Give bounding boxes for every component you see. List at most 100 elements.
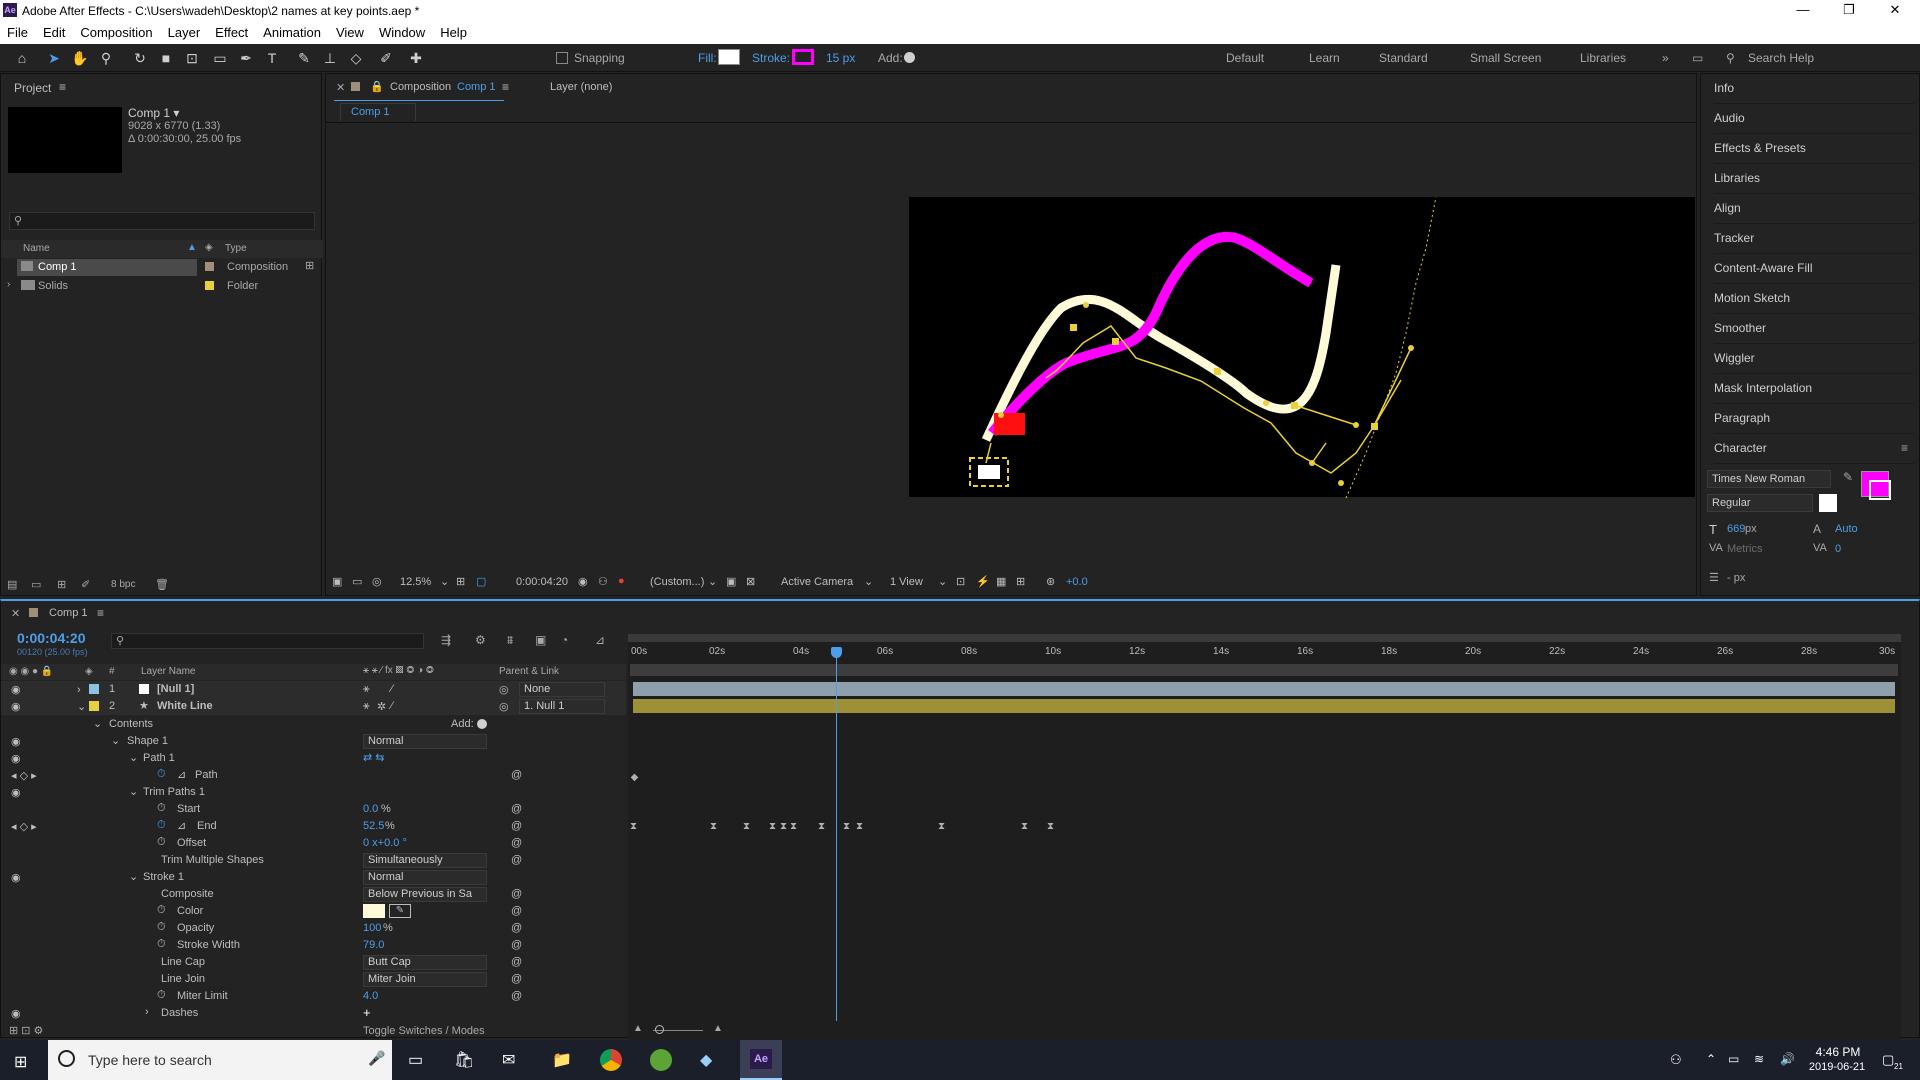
prop-composite[interactable]: Composite Below Previous in Sa @	[1, 886, 626, 903]
shy-switch-icon[interactable]: ⚹	[363, 700, 370, 713]
panel-audio[interactable]: Audio	[1714, 104, 1914, 134]
prop-shape1[interactable]: ◉ ⌄ Shape 1 Normal	[1, 733, 626, 750]
panel-effects-presets[interactable]: Effects & Presets	[1714, 134, 1914, 164]
pickwhip-icon[interactable]: ◎	[499, 700, 509, 713]
taskbar-time[interactable]: 4:46 PM	[1810, 1045, 1866, 1059]
shy-switch-icon[interactable]: ⚹	[363, 683, 370, 696]
collapse-icon[interactable]: ⌄	[129, 751, 138, 764]
add-dash-button[interactable]: +	[363, 1005, 371, 1020]
prop-start[interactable]: ⏱ Start 0.0 % @	[1, 801, 626, 818]
panel-mask-interpolation[interactable]: Mask Interpolation	[1714, 374, 1914, 404]
current-time[interactable]: 0:00:04:20	[516, 576, 568, 588]
toggle-pixel-aspect-icon[interactable]: ⊡	[956, 575, 965, 588]
prop-opacity[interactable]: ⏱ Opacity 100 % @	[1, 920, 626, 937]
graph-icon[interactable]: ⊿	[177, 819, 186, 832]
maximize-icon[interactable]: ❐	[1826, 0, 1872, 22]
leading-value[interactable]: Auto	[1835, 523, 1858, 535]
swatch-white[interactable]	[1819, 494, 1837, 512]
menu-view[interactable]: View	[329, 22, 372, 44]
panel-info[interactable]: Info	[1714, 74, 1914, 104]
eye-icon[interactable]: ◉	[11, 786, 21, 799]
menu-animation[interactable]: Animation	[256, 22, 329, 44]
channel-icon[interactable]: ●	[618, 575, 625, 587]
file-explorer-icon[interactable]: 📁	[552, 1050, 572, 1070]
stroke-width-value[interactable]: 79.0	[363, 939, 384, 951]
layer-name[interactable]: White Line	[157, 700, 213, 712]
eraser-tool-icon[interactable]: ◇	[346, 48, 366, 68]
label-color[interactable]	[205, 281, 214, 290]
trash-icon[interactable]: 🗑	[155, 578, 169, 591]
stopwatch-icon[interactable]: ⏱	[157, 836, 166, 849]
keyframe-icon[interactable]: ⧗	[843, 821, 850, 832]
blend-mode-dropdown[interactable]: Normal	[363, 734, 487, 749]
zoom-dropdown[interactable]: 12.5%	[400, 576, 431, 588]
resolution-dropdown[interactable]: (Custom...)	[650, 576, 704, 588]
network-icon[interactable]: ▭	[1728, 1052, 1739, 1066]
prop-dashes[interactable]: ◉ › Dashes +	[1, 1005, 626, 1022]
monitor-icon[interactable]: ▭	[352, 575, 362, 588]
project-title[interactable]: Project	[14, 81, 51, 95]
panel-paragraph[interactable]: Paragraph	[1714, 404, 1914, 434]
store-icon[interactable]: 🛍	[454, 1050, 474, 1070]
collapse-switch-icon[interactable]: ✲	[377, 700, 386, 713]
workspace-menu-icon[interactable]: ▭	[1692, 51, 1703, 65]
rotate-tool-icon[interactable]: ↻	[130, 48, 150, 68]
panel-motion-sketch[interactable]: Motion Sketch	[1714, 284, 1914, 314]
stroke-blend-dropdown[interactable]: Normal	[363, 870, 487, 885]
menu-file[interactable]: File	[0, 22, 36, 44]
eye-icon[interactable]: ◉	[11, 683, 21, 696]
work-area-bar[interactable]	[628, 634, 1901, 642]
null-layer-bar[interactable]	[633, 682, 1895, 696]
keyframe-icon[interactable]: ⧗	[780, 821, 787, 832]
stroke-color-swatch[interactable]	[1869, 480, 1891, 500]
task-view-icon[interactable]: ▭	[408, 1050, 423, 1070]
font-size-value[interactable]: 669	[1727, 523, 1745, 535]
font-style-select[interactable]: Regular	[1707, 494, 1813, 512]
layer-tab[interactable]: Layer (none)	[550, 81, 612, 93]
chevron-down-icon[interactable]: ⌄	[708, 575, 717, 588]
close-tab-icon[interactable]: ✕	[11, 607, 20, 620]
graph-editor-icon[interactable]: ⊿	[595, 633, 605, 647]
menu-effect[interactable]: Effect	[208, 22, 256, 44]
workspace-standard[interactable]: Standard	[1379, 51, 1428, 65]
time-ruler[interactable]: 00s 02s 04s 06s 08s 10s 12s 14s 16s 18s …	[631, 645, 1901, 661]
end-value[interactable]: 52.5	[363, 820, 384, 832]
home-icon[interactable]: ⌂	[12, 48, 32, 68]
panel-tracker[interactable]: Tracker	[1714, 224, 1914, 254]
tracking-value[interactable]: 0	[1835, 543, 1841, 555]
zoom-in-icon[interactable]: ▲	[713, 1023, 723, 1034]
adjust-icon[interactable]: ✐	[81, 578, 90, 591]
miter-value[interactable]: 4.0	[363, 990, 378, 1002]
panel-wiggler[interactable]: Wiggler	[1714, 344, 1914, 374]
font-family-select[interactable]: Times New Roman	[1707, 470, 1831, 488]
keyframe-icon[interactable]: ⧗	[630, 821, 637, 832]
panel-menu-icon[interactable]: ≡	[502, 80, 509, 94]
always-preview-icon[interactable]: ▣	[332, 575, 342, 588]
stopwatch-icon[interactable]: ⏱	[157, 938, 166, 951]
layer-row-null[interactable]: ◉ › 1 [Null 1] ⚹ ⁄ ◎ None	[1, 681, 626, 698]
collapse-icon[interactable]: ⌄	[111, 734, 120, 747]
flowchart-icon[interactable]: ⊞	[305, 259, 314, 272]
layer-row-white-line[interactable]: ◉ ⌄ 2 ★ White Line ⚹ ✲ ⁄ ◎ 1. Null 1	[1, 698, 626, 715]
line-cap-dropdown[interactable]: Butt Cap	[363, 955, 487, 970]
stroke-width-value[interactable]: - px	[1727, 572, 1745, 584]
selection-tool-icon[interactable]: ➤	[44, 48, 64, 68]
mask-visibility-icon[interactable]: ◎	[372, 575, 382, 588]
chevron-down-icon[interactable]: ⌄	[938, 575, 947, 588]
views-dropdown[interactable]: 1 View	[890, 576, 923, 588]
fill-swatch[interactable]	[718, 49, 740, 65]
chevron-up-icon[interactable]: ⌃	[1706, 1052, 1716, 1066]
prop-line-join[interactable]: Line Join Miter Join @	[1, 971, 626, 988]
lock-icon[interactable]: 🔒	[370, 80, 384, 93]
wifi-icon[interactable]: ≋	[1754, 1052, 1764, 1066]
puppet-tool-icon[interactable]: ✚	[406, 48, 426, 68]
expand-icon[interactable]: ›	[7, 279, 10, 290]
comp-name[interactable]: Comp 1 ▾	[128, 106, 179, 120]
col-parent[interactable]: Parent & Link	[499, 666, 559, 677]
current-time-indicator[interactable]	[836, 647, 837, 1021]
keyframe-icon[interactable]: ⧗	[769, 821, 776, 832]
eye-icon[interactable]: ◉	[11, 1007, 21, 1020]
project-item-name[interactable]: Solids	[38, 280, 68, 292]
zoom-slider[interactable]	[655, 1025, 664, 1034]
close-icon[interactable]: ✕	[1872, 0, 1918, 22]
